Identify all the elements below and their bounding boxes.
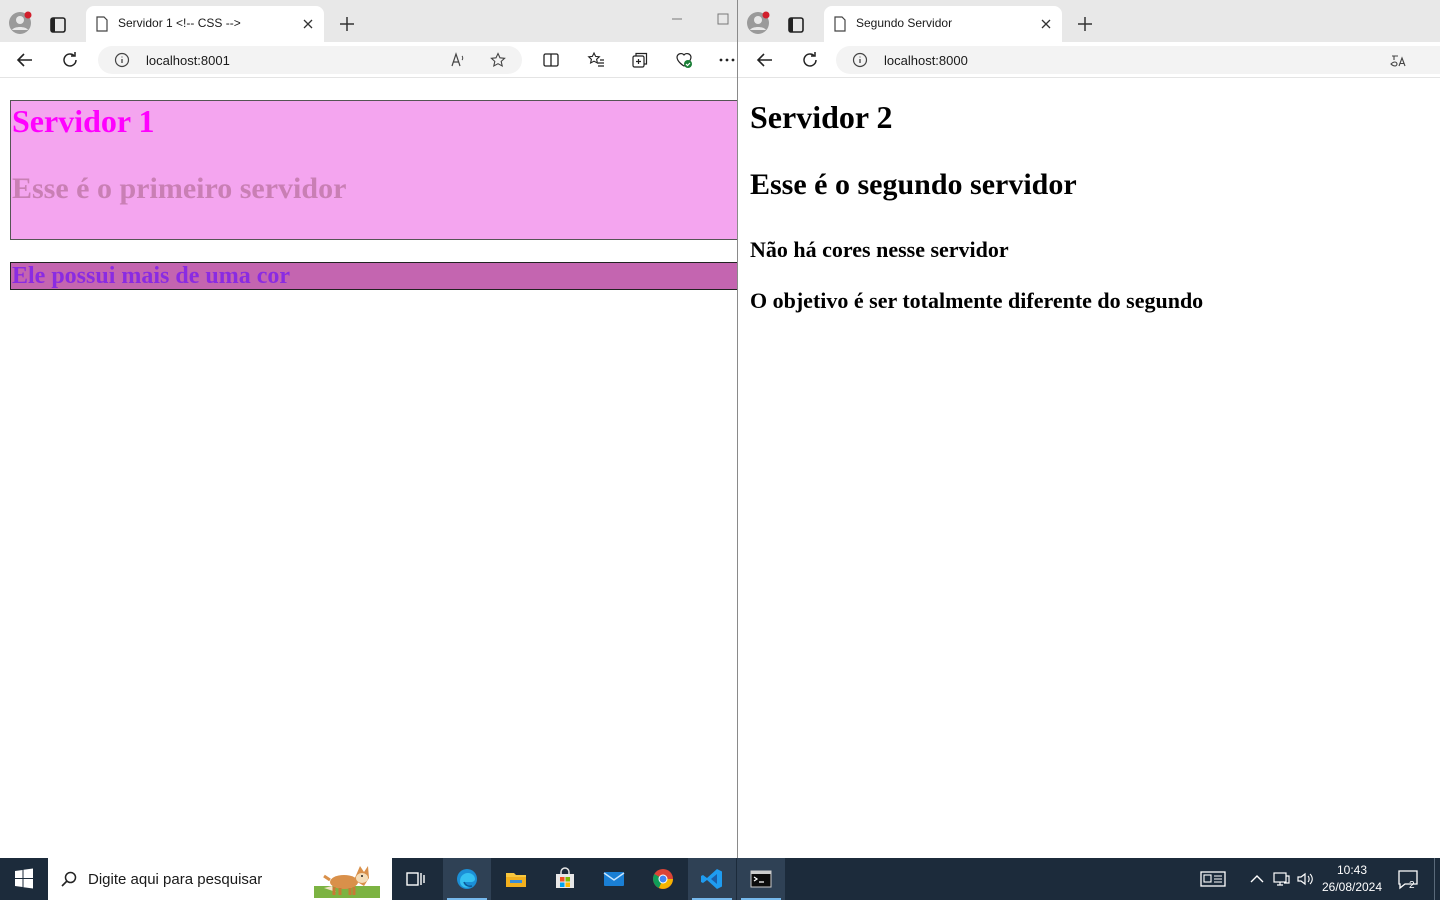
folder-icon (506, 873, 526, 887)
read-aloud-icon[interactable] (450, 52, 466, 68)
tab-actions-menu-icon[interactable] (784, 13, 808, 37)
back-arrow-icon[interactable] (754, 49, 776, 71)
page-subheading: Esse é o primeiro servidor (12, 172, 347, 205)
clock-time: 10:43 (1336, 863, 1368, 877)
browser-window-segundo-servidor: Segundo Servidor localhost:8000 Servidor… (737, 0, 1440, 858)
url-text[interactable]: localhost:8000 (884, 53, 968, 68)
site-info-icon[interactable] (114, 52, 130, 68)
news-widget-icon[interactable] (1200, 870, 1226, 888)
page-text-line-2: O objetivo é ser totalmente diferente do… (750, 288, 1204, 313)
page-viewport: Servidor 1 Esse é o primeiro servidor El… (0, 79, 737, 858)
taskbar-chrome[interactable] (639, 858, 687, 900)
mail-envelope-icon (603, 872, 625, 886)
network-icon[interactable] (1272, 870, 1290, 888)
favorites-icon[interactable] (587, 51, 605, 69)
task-view-icon (406, 872, 425, 886)
translate-icon[interactable] (1390, 52, 1406, 68)
page-icon (834, 16, 846, 32)
page-subheading: Esse é o segundo servidor (750, 168, 1077, 201)
system-clock[interactable]: 10:43 26/08/2024 (1314, 862, 1390, 896)
intro-section: Servidor 1 Esse é o primeiro servidor (10, 100, 737, 240)
volume-icon[interactable] (1296, 870, 1314, 888)
task-view-button[interactable] (392, 858, 440, 900)
new-tab-icon[interactable] (1074, 13, 1096, 35)
profile-icon[interactable] (746, 11, 770, 35)
browser-window-servidor-1: Servidor 1 <!-- CSS --> localhost:8001 S… (0, 0, 737, 858)
browser-essentials-icon[interactable] (675, 51, 693, 69)
notification-count: 2 (1409, 880, 1415, 891)
edge-browser-icon (457, 869, 477, 889)
new-tab-icon[interactable] (336, 13, 358, 35)
split-screen-icon[interactable] (542, 51, 560, 69)
navigation-toolbar: localhost:8001 (0, 42, 737, 78)
taskbar-file-explorer[interactable] (492, 858, 540, 900)
tab-title: Segundo Servidor (856, 16, 953, 30)
clock-date: 26/08/2024 (1321, 880, 1383, 894)
url-text[interactable]: localhost:8001 (146, 53, 230, 68)
taskbar-microsoft-store[interactable] (541, 858, 589, 900)
address-bar[interactable]: localhost:8000 (836, 46, 1440, 74)
terminal-icon (750, 870, 772, 888)
profile-icon[interactable] (8, 11, 32, 35)
taskbar-search[interactable]: Digite aqui para pesquisar (48, 858, 392, 900)
search-placeholder: Digite aqui para pesquisar (88, 871, 263, 888)
more-options-icon[interactable] (718, 51, 736, 69)
maximize-icon[interactable] (716, 12, 730, 26)
tab-servidor-1[interactable]: Servidor 1 <!-- CSS --> (86, 6, 324, 42)
refresh-icon[interactable] (799, 49, 821, 71)
minimize-icon[interactable] (670, 12, 684, 26)
chrome-icon (653, 869, 673, 889)
address-bar[interactable]: localhost:8001 (98, 46, 522, 74)
site-info-icon[interactable] (852, 52, 868, 68)
taskbar-terminal[interactable] (737, 858, 785, 900)
taskbar-edge[interactable] (443, 858, 491, 900)
tab-actions-menu-icon[interactable] (46, 13, 70, 37)
windows-taskbar: Digite aqui para pesquisar 10:43 26/08/2… (0, 858, 1440, 900)
chevron-up-icon[interactable] (1248, 870, 1266, 888)
store-bag-icon (556, 867, 574, 888)
tab-title: Servidor 1 <!-- CSS --> (118, 16, 241, 30)
colored-line: Ele possui mais de uma cor (12, 263, 291, 289)
search-icon (61, 871, 77, 887)
tab-strip: Servidor 1 <!-- CSS --> (0, 0, 737, 42)
show-desktop-button[interactable] (1434, 858, 1435, 900)
favorite-star-icon[interactable] (490, 52, 506, 68)
navigation-toolbar: localhost:8000 (738, 42, 1440, 78)
notification-center-icon[interactable] (1396, 868, 1420, 890)
close-tab-icon[interactable] (1038, 16, 1054, 32)
page-heading: Servidor 1 (12, 103, 155, 139)
collections-icon[interactable] (631, 51, 649, 69)
corgi-illustration-icon (314, 866, 380, 898)
page-text-line-1: Não há cores nesse servidor (750, 237, 1009, 262)
start-button[interactable] (0, 858, 48, 900)
page-heading: Servidor 2 (750, 99, 893, 135)
tab-strip: Segundo Servidor (738, 0, 1440, 42)
vscode-icon (701, 869, 722, 889)
taskbar-mail[interactable] (590, 858, 638, 900)
back-arrow-icon[interactable] (14, 49, 36, 71)
tab-segundo-servidor[interactable]: Segundo Servidor (824, 6, 1062, 42)
taskbar-vscode[interactable] (688, 858, 736, 900)
refresh-icon[interactable] (59, 49, 81, 71)
colored-section: Ele possui mais de uma cor (10, 262, 737, 290)
close-tab-icon[interactable] (300, 16, 316, 32)
page-icon (96, 16, 108, 32)
windows-logo-icon (15, 868, 33, 889)
page-viewport: Servidor 2 Esse é o segundo servidor Não… (738, 79, 1440, 858)
